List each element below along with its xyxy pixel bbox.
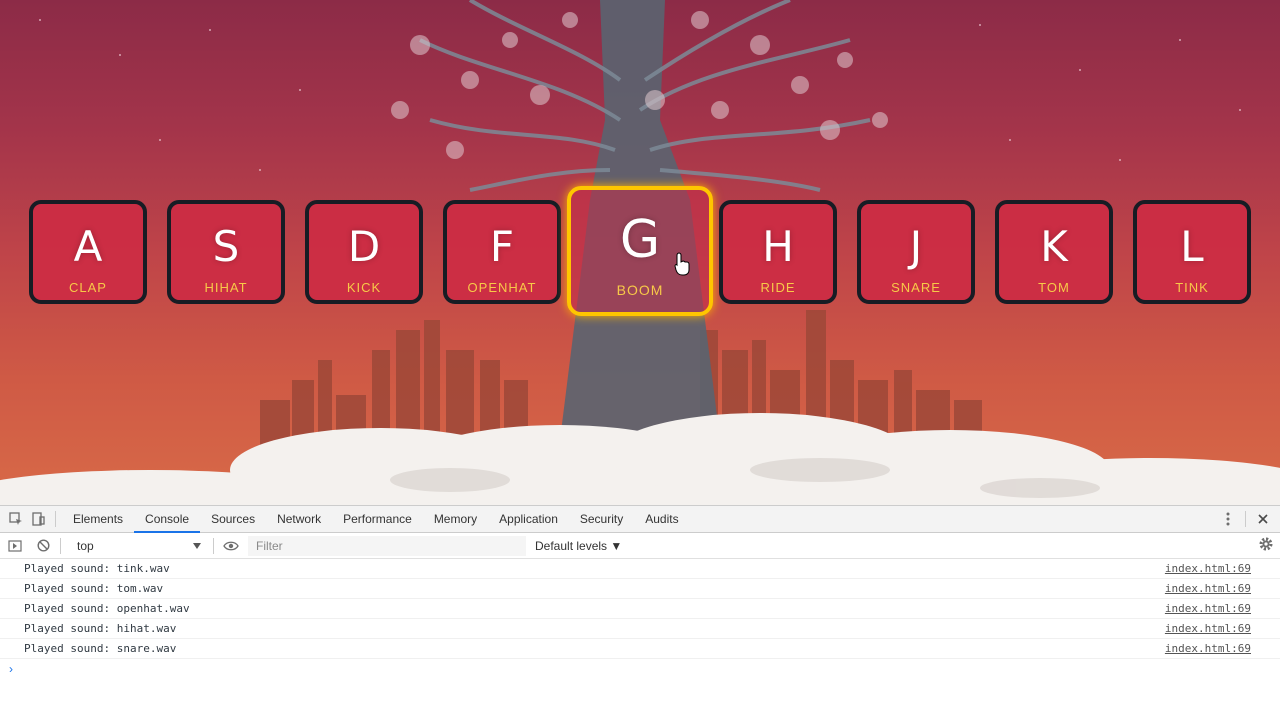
console-message-text: Played sound: snare.wav (24, 642, 177, 655)
separator (60, 537, 61, 554)
key-letter: A (73, 222, 103, 271)
drum-keys: Aclap Shihat Dkick Fopenhat Gboom Hride Jsnare… (29, 186, 1251, 316)
key-sound-label: tink (1175, 280, 1209, 295)
key-sound-label: snare (891, 280, 941, 295)
tab-network[interactable]: Network (266, 506, 332, 533)
hand-cursor-icon (674, 252, 690, 276)
key-sound-label: tom (1038, 280, 1070, 295)
console-source-link[interactable]: index.html:69 (1165, 582, 1251, 595)
console-source-link[interactable]: index.html:69 (1165, 562, 1251, 575)
console-log: Played sound: tink.wav index.html:69 Playe… (0, 559, 1280, 659)
console-message-text: Played sound: tink.wav (24, 562, 170, 575)
key-letter: F (489, 222, 515, 271)
tab-security[interactable]: Security (569, 506, 634, 533)
device-toolbar-icon[interactable] (27, 508, 49, 530)
tab-list: Elements Console Sources Network Performance… (62, 506, 690, 533)
gear-icon[interactable] (1258, 536, 1274, 555)
key-letter: J (909, 222, 923, 271)
key-sound-label: boom (616, 282, 664, 298)
tab-console[interactable]: Console (134, 506, 201, 533)
context-selector[interactable]: top (67, 536, 207, 556)
console-message: Played sound: tink.wav index.html:69 (0, 559, 1280, 579)
console-source-link[interactable]: index.html:69 (1165, 602, 1251, 615)
console-message: Played sound: snare.wav index.html:69 (0, 639, 1280, 659)
devtools-tab-bar: Elements Console Sources Network Performance… (0, 506, 1280, 533)
console-message-text: Played sound: hihat.wav (24, 622, 177, 635)
devtools-window-controls (1217, 508, 1274, 530)
drum-key-d[interactable]: Dkick (305, 200, 423, 304)
key-sound-label: openhat (467, 280, 537, 295)
filter-input[interactable] (248, 535, 526, 556)
drum-key-j[interactable]: Jsnare (857, 200, 975, 304)
drum-kit-page: Aclap Shihat Dkick Fopenhat Gboom Hride Jsnare… (0, 0, 1280, 505)
live-expression-icon[interactable] (220, 535, 242, 557)
console-source-link[interactable]: index.html:69 (1165, 622, 1251, 635)
show-sidebar-icon[interactable] (4, 535, 26, 557)
console-message-text: Played sound: openhat.wav (24, 602, 190, 615)
drum-key-g[interactable]: Gboom (567, 186, 713, 316)
console-message: Played sound: hihat.wav index.html:69 (0, 619, 1280, 639)
key-sound-label: ride (760, 280, 796, 295)
drum-key-f[interactable]: Fopenhat (443, 200, 561, 304)
key-letter: K (1040, 222, 1068, 271)
console-message-text: Played sound: tom.wav (24, 582, 164, 595)
tab-sources[interactable]: Sources (200, 506, 266, 533)
drum-key-a[interactable]: Aclap (29, 200, 147, 304)
devtools-panel: Elements Console Sources Network Performance… (0, 505, 1280, 720)
key-letter: D (347, 222, 381, 271)
drum-key-k[interactable]: Ktom (995, 200, 1113, 304)
separator (213, 537, 214, 554)
separator (55, 511, 56, 527)
tab-elements[interactable]: Elements (62, 506, 134, 533)
tab-application[interactable]: Application (488, 506, 569, 533)
key-letter: S (212, 222, 240, 271)
log-levels-dropdown[interactable]: Default levels ▼ (535, 539, 622, 553)
context-value: top (77, 538, 94, 553)
console-prompt[interactable]: › (0, 659, 1280, 679)
key-sound-label: hihat (204, 280, 248, 295)
console-source-link[interactable]: index.html:69 (1165, 642, 1251, 655)
key-sound-label: clap (69, 280, 107, 295)
console-message: Played sound: tom.wav index.html:69 (0, 579, 1280, 599)
drum-key-h[interactable]: Hride (719, 200, 837, 304)
tab-performance[interactable]: Performance (332, 506, 423, 533)
key-sound-label: kick (346, 280, 382, 295)
more-vertical-icon[interactable] (1217, 508, 1239, 530)
key-letter: H (762, 222, 794, 271)
prompt-caret: › (9, 662, 13, 676)
drum-key-s[interactable]: Shihat (167, 200, 285, 304)
chevron-down-icon (193, 542, 201, 549)
console-message: Played sound: openhat.wav index.html:69 (0, 599, 1280, 619)
separator (1245, 511, 1246, 527)
inspect-element-icon[interactable] (5, 508, 27, 530)
console-toolbar: top Default levels ▼ (0, 533, 1280, 559)
tab-audits[interactable]: Audits (634, 506, 689, 533)
key-letter: L (1180, 222, 1204, 271)
tab-memory[interactable]: Memory (423, 506, 488, 533)
clear-console-icon[interactable] (32, 535, 54, 557)
close-icon[interactable] (1252, 508, 1274, 530)
drum-key-l[interactable]: Ltink (1133, 200, 1251, 304)
